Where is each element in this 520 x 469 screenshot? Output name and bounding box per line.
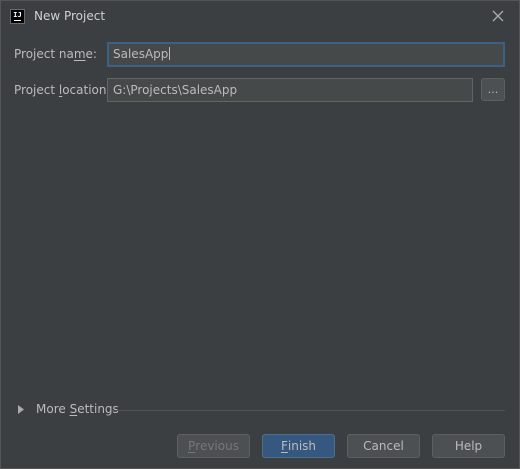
project-location-label: Project location:: [14, 83, 111, 97]
close-button[interactable]: [489, 7, 507, 25]
project-location-value: G:\Projects\SalesApp: [113, 83, 238, 97]
new-project-dialog: IJ New Project Project name: SalesApp Pr…: [0, 0, 520, 469]
more-settings-divider: [112, 410, 505, 411]
title-bar[interactable]: IJ New Project: [1, 1, 519, 32]
close-icon: [492, 10, 504, 22]
finish-button[interactable]: Finish: [262, 434, 335, 458]
window-title: New Project: [34, 9, 106, 23]
project-name-label: Project name:: [14, 47, 97, 61]
more-settings-label: More Settings: [36, 402, 119, 416]
expand-triangle-icon: [18, 404, 28, 414]
text-caret: [169, 47, 171, 60]
project-name-field[interactable]: SalesApp: [107, 42, 505, 67]
project-location-field[interactable]: G:\Projects\SalesApp: [107, 78, 473, 102]
more-settings-toggle[interactable]: More Settings: [18, 402, 119, 416]
project-name-value: SalesApp: [113, 47, 169, 61]
app-icon-text: IJ: [13, 11, 22, 19]
intellij-app-icon: IJ: [10, 9, 25, 24]
browse-location-button[interactable]: ...: [481, 78, 505, 101]
cancel-button[interactable]: Cancel: [347, 434, 420, 458]
previous-button[interactable]: Previous: [177, 434, 250, 458]
help-button[interactable]: Help: [432, 434, 505, 458]
